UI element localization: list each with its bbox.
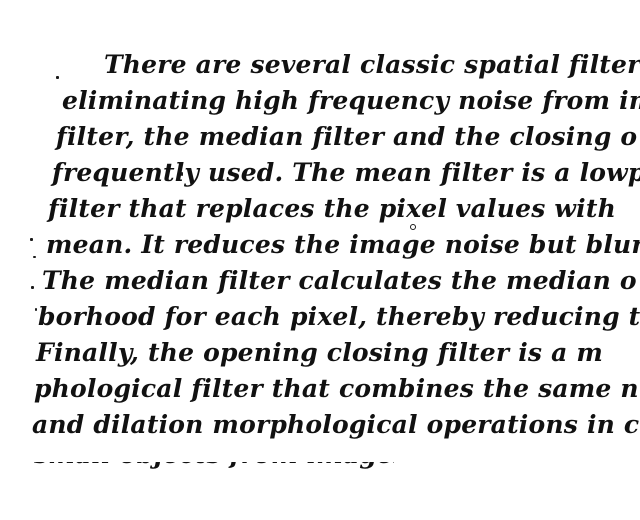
scan-speck xyxy=(56,76,59,79)
text-line-9: Finally, the opening closing filter is a… xyxy=(36,338,604,367)
scan-speck xyxy=(31,286,34,289)
scan-speck xyxy=(410,224,416,230)
text-line-7: The median filter calculates the median … xyxy=(42,266,637,295)
text-line-5: filter that replaces the pixel values wi… xyxy=(48,194,616,223)
text-line-11: and dilation morphological operations in… xyxy=(32,410,640,439)
text-line-6: mean. It reduces the image noise but blu… xyxy=(46,230,640,259)
scan-speck xyxy=(35,308,37,311)
scanned-document-page: There are several classic spatial filter… xyxy=(0,0,640,520)
scan-speck xyxy=(33,256,36,258)
text-line-10: phological filter that combines the same… xyxy=(34,374,639,403)
scan-speck xyxy=(30,238,33,241)
text-line-8: borhood for each pixel, thereby reducing… xyxy=(38,302,640,331)
text-line-3: filter, the median filter and the closin… xyxy=(56,122,638,151)
text-line-4: frequently used. The mean filter is a lo… xyxy=(52,158,640,187)
text-line-1: There are several classic spatial filter… xyxy=(104,50,640,79)
cutoff-text-line: small objects from images. xyxy=(34,462,394,470)
text-line-12: small objects from images. xyxy=(34,462,394,470)
scan-speck xyxy=(181,172,183,176)
text-line-2: eliminating high frequency noise from im xyxy=(62,86,640,115)
